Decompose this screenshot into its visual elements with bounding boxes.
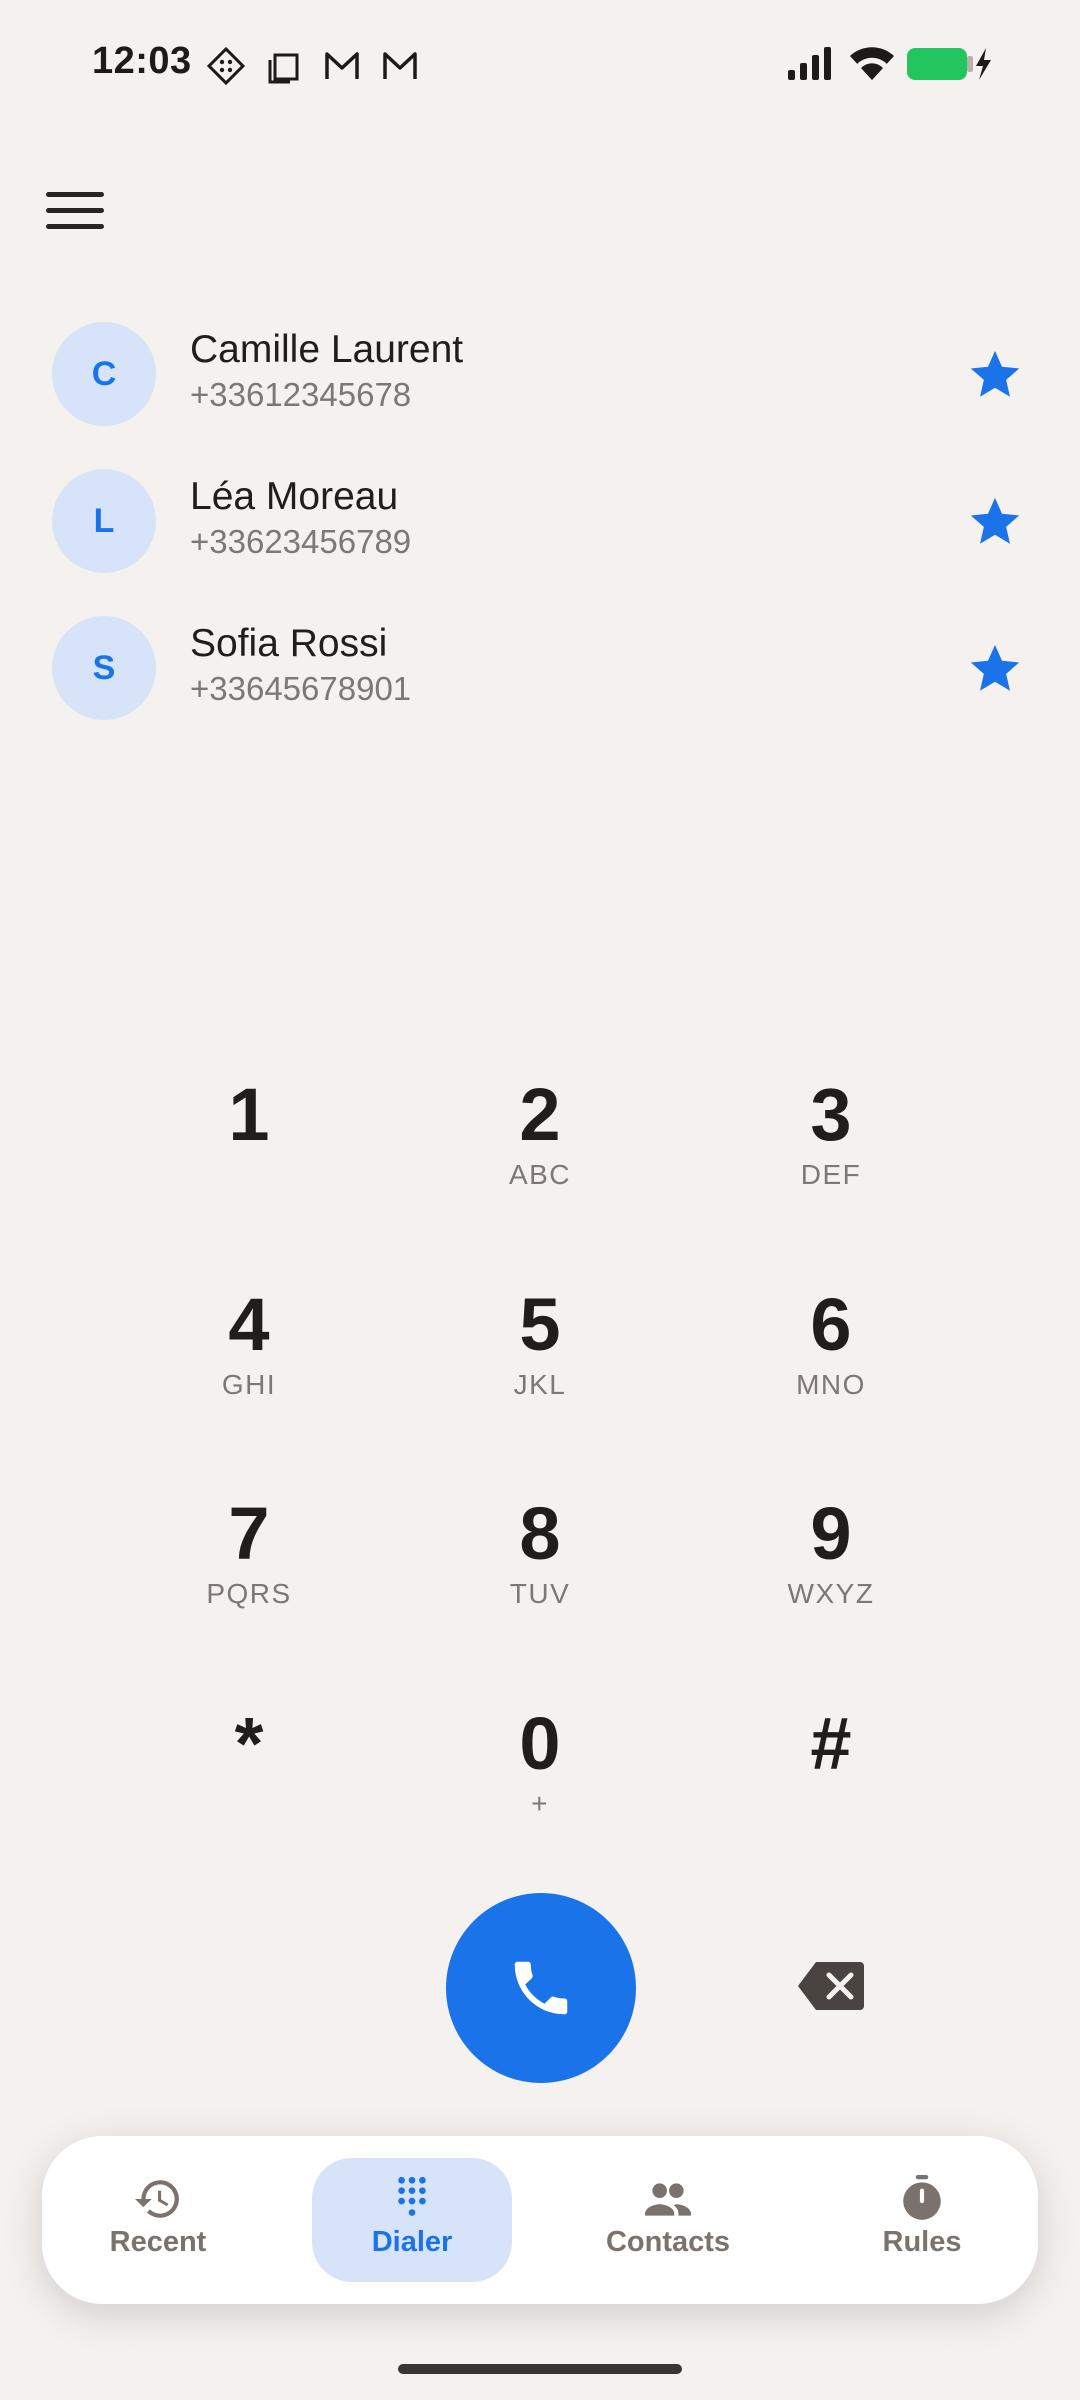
copy-icon: [268, 53, 299, 84]
status-bar: 12:03: [0, 0, 1080, 140]
status-time: 12:03: [92, 40, 192, 82]
contact-name: Sofia Rossi: [190, 622, 388, 665]
key-letters: TUV: [509, 1578, 571, 1609]
menu-icon-line: [46, 192, 104, 197]
favorite-contact[interactable]: S Sofia Rossi +33645678901: [0, 596, 1080, 736]
star-icon[interactable]: [966, 346, 1024, 404]
key-letters: ABC: [508, 1159, 572, 1190]
key-digit: 7: [228, 1492, 270, 1575]
key-0[interactable]: 0 +: [440, 1684, 640, 1854]
nav-recent[interactable]: Recent: [58, 2158, 258, 2282]
avatar: C: [52, 322, 156, 426]
favorite-contact[interactable]: L Léa Moreau +33623456789: [0, 449, 1080, 589]
contact-name: Léa Moreau: [190, 475, 399, 518]
nav-label: Recent: [109, 2226, 207, 2258]
key-2[interactable]: 2 ABC: [440, 1055, 640, 1225]
key-letters: WXYZ: [787, 1578, 875, 1609]
key-9[interactable]: 9 WXYZ: [731, 1474, 931, 1644]
key-letters: DEF: [800, 1159, 862, 1190]
key-3[interactable]: 3 DEF: [731, 1055, 931, 1225]
key-7[interactable]: 7 PQRS: [149, 1474, 349, 1644]
key-8[interactable]: 8 TUV: [440, 1474, 640, 1644]
key-letters: PQRS: [206, 1578, 292, 1609]
nav-dialer[interactable]: Dialer: [312, 2158, 512, 2282]
diamond-grid-icon: [206, 46, 246, 86]
key-digit: 2: [519, 1073, 561, 1156]
favorite-contact[interactable]: C Camille Laurent +33612345678: [0, 302, 1080, 442]
nav-contacts[interactable]: Contacts: [568, 2158, 768, 2282]
key-letters: GHI: [221, 1369, 277, 1400]
key-digit: 3: [810, 1073, 852, 1156]
backspace-icon[interactable]: [796, 1960, 866, 2012]
key-digit: 6: [810, 1283, 852, 1366]
bottom-navigation: Recent Dialer Contacts Rules: [42, 2136, 1038, 2304]
gmail-icon: [325, 52, 359, 79]
key-digit: 1: [228, 1073, 270, 1156]
contact-number: +33645678901: [190, 670, 412, 707]
contact-number: +33623456789: [190, 523, 412, 560]
key-digit: *: [234, 1702, 264, 1785]
key-5[interactable]: 5 JKL: [440, 1265, 640, 1435]
home-indicator[interactable]: [398, 2364, 682, 2374]
dialer-screen: 12:03 C Camille Laurent +33612345678 L L…: [0, 0, 1080, 2400]
call-button[interactable]: [446, 1893, 636, 2083]
nav-label: Contacts: [605, 2226, 731, 2258]
phone-icon: [514, 1961, 568, 2015]
key-digit: 4: [228, 1283, 270, 1366]
history-icon: [135, 2180, 179, 2218]
key-digit: #: [810, 1702, 852, 1785]
nav-label: Rules: [882, 2226, 962, 2258]
wifi-icon: [850, 47, 894, 80]
dialpad-icon: [398, 2176, 426, 2216]
menu-icon-line: [46, 208, 104, 213]
key-digit: 0: [519, 1702, 561, 1785]
avatar: S: [52, 616, 156, 720]
key-hash[interactable]: #: [731, 1684, 931, 1854]
contact-number: +33612345678: [190, 376, 412, 413]
star-icon[interactable]: [966, 493, 1024, 551]
menu-button[interactable]: [46, 192, 104, 238]
key-letters: MNO: [796, 1369, 866, 1400]
key-digit: 9: [810, 1492, 852, 1575]
gmail-icon: [383, 52, 417, 79]
avatar: L: [52, 469, 156, 573]
timer-icon: [903, 2175, 941, 2220]
nav-rules[interactable]: Rules: [822, 2158, 1022, 2282]
key-letters: JKL: [513, 1369, 567, 1400]
nav-label: Dialer: [371, 2226, 453, 2258]
key-digit: 5: [519, 1283, 561, 1366]
key-6[interactable]: 6 MNO: [731, 1265, 931, 1435]
key-letters: +: [531, 1788, 549, 1819]
contact-name: Camille Laurent: [190, 328, 464, 371]
battery-charging-icon: [907, 48, 991, 80]
menu-icon-line: [46, 224, 104, 229]
star-icon[interactable]: [966, 640, 1024, 698]
key-digit: 8: [519, 1492, 561, 1575]
key-star[interactable]: *: [149, 1684, 349, 1854]
key-4[interactable]: 4 GHI: [149, 1265, 349, 1435]
people-icon: [645, 2183, 691, 2216]
key-1[interactable]: 1: [149, 1055, 349, 1225]
signal-icon: [788, 47, 831, 80]
